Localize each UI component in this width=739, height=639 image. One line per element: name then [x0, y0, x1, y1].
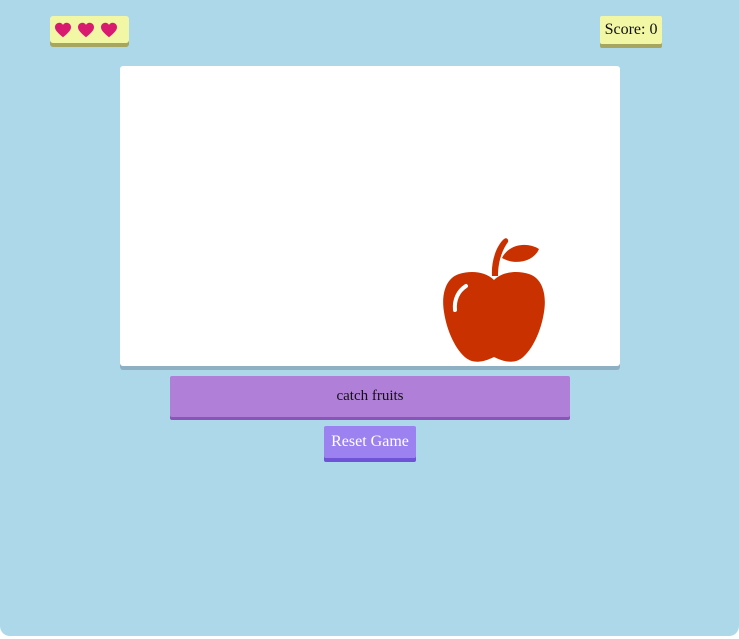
score-display: Score: 0 [600, 16, 662, 44]
reset-game-button[interactable]: Reset Game [324, 426, 416, 458]
heart-icon [101, 22, 117, 37]
apple-icon[interactable] [442, 236, 546, 364]
instruction-bar: catch fruits [170, 376, 570, 417]
game-field[interactable] [120, 66, 620, 366]
game-screen: Score: 0 catch fruits Reset Game [0, 0, 739, 636]
lives-indicator [50, 16, 129, 43]
heart-icon [55, 22, 71, 37]
heart-icon [78, 22, 94, 37]
